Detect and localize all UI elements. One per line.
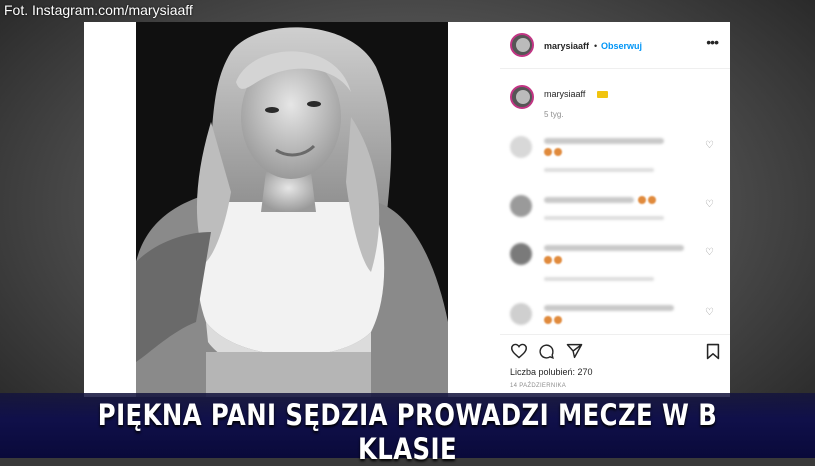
comment-like-heart-icon[interactable]: ♡: [705, 247, 714, 258]
emoji-icon: [544, 316, 552, 324]
post-header: marysiaaff • Obserwuj •••: [500, 22, 730, 69]
comment-like-heart-icon[interactable]: ♡: [705, 307, 714, 318]
caption-time: 5 tyg.: [544, 110, 564, 119]
emoji-icon: [554, 316, 562, 324]
comment-avatar: [510, 136, 532, 158]
comment-avatar: [510, 303, 532, 325]
portrait-image: [136, 22, 448, 397]
comment-text-blurred: [544, 138, 664, 144]
comment-item: ♡: [500, 189, 730, 244]
share-icon[interactable]: [566, 343, 583, 359]
heart-icon[interactable]: [510, 343, 528, 359]
post-actions: Liczba polubień: 270 14 PAŹDZIERNIKA: [500, 334, 730, 398]
more-dots-icon[interactable]: •••: [706, 34, 719, 50]
emoji-icon: [544, 256, 552, 264]
comment-like-heart-icon[interactable]: ♡: [705, 140, 714, 151]
avatar[interactable]: [510, 33, 534, 57]
comment-text-blurred: [544, 197, 634, 203]
comment-text-blurred: [544, 305, 674, 311]
verified-badge-icon: [597, 91, 608, 98]
caption-avatar[interactable]: [510, 85, 534, 109]
emoji-icon: [648, 196, 656, 204]
comment-avatar: [510, 195, 532, 217]
headline-text: PIĘKNA PANI SĘDZIA PROWADZI MECZE W B KL…: [97, 398, 718, 466]
comment-like-heart-icon[interactable]: ♡: [705, 199, 714, 210]
bookmark-icon[interactable]: [706, 343, 720, 360]
emoji-icon: [554, 148, 562, 156]
header-username[interactable]: marysiaaff: [544, 41, 589, 51]
follow-button[interactable]: Obserwuj: [601, 41, 642, 51]
comment-meta-blurred: [544, 277, 654, 281]
post-photo[interactable]: [136, 22, 448, 397]
comment-meta-blurred: [544, 168, 654, 172]
likes-count[interactable]: Liczba polubień: 270: [510, 367, 593, 377]
instagram-post: marysiaaff • Obserwuj ••• marysiaaff 5 t…: [84, 22, 730, 397]
photo-credit: Fot. Instagram.com/marysiaaff: [4, 2, 193, 18]
emoji-icon: [544, 148, 552, 156]
post-sidebar: marysiaaff • Obserwuj ••• marysiaaff 5 t…: [500, 22, 730, 397]
comment-item: ♡: [500, 237, 730, 292]
emoji-icon: [638, 196, 646, 204]
comment-item: ♡: [500, 297, 730, 332]
emoji-icon: [554, 256, 562, 264]
caption-username[interactable]: marysiaaff: [544, 89, 585, 99]
comment-meta-blurred: [544, 216, 664, 220]
comment-icon[interactable]: [538, 343, 555, 360]
header-separator: •: [594, 41, 598, 51]
post-date: 14 PAŹDZIERNIKA: [510, 383, 567, 389]
comment-text-blurred: [544, 245, 684, 251]
comment-item: ♡: [500, 130, 730, 185]
post-media: [84, 22, 500, 397]
comment-avatar: [510, 243, 532, 265]
